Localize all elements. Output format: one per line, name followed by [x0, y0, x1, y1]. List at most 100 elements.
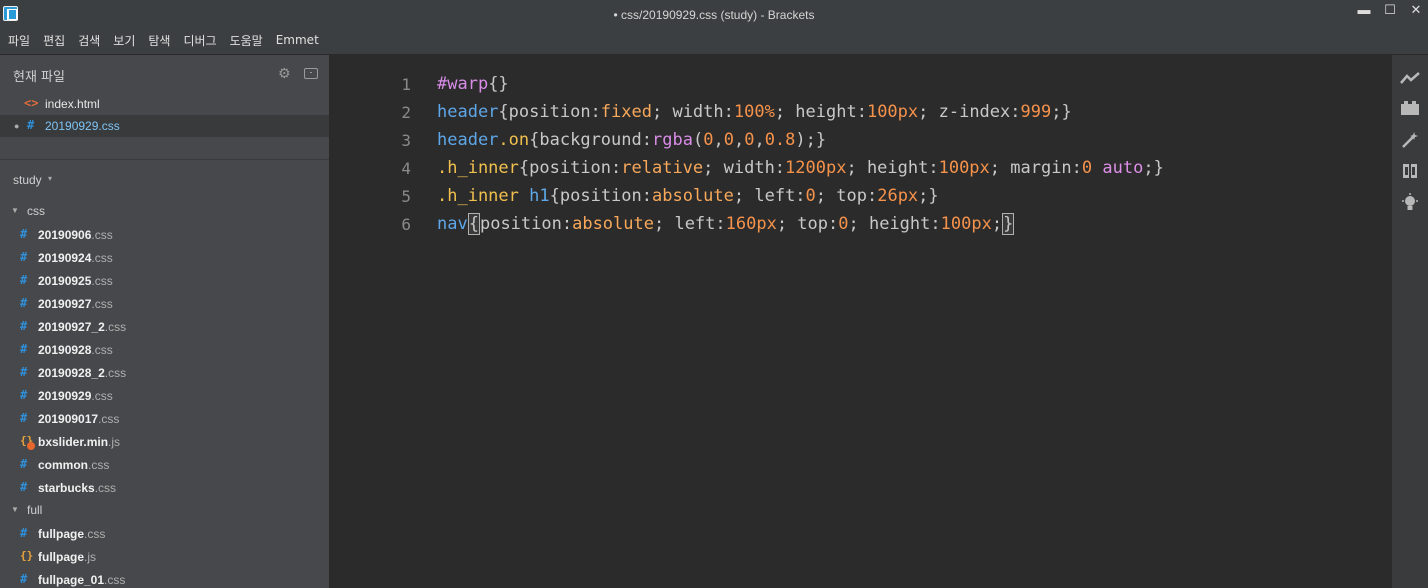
folder-item[interactable]: ▼ css — [0, 200, 329, 223]
code-line[interactable]: 6 nav{position:absolute; left:160px; top:… — [329, 211, 1392, 239]
code-line[interactable]: 1 #warp{} — [329, 71, 1392, 99]
code-token: , — [713, 130, 724, 150]
live-preview-icon[interactable] — [1398, 69, 1422, 93]
line-number: 1 — [401, 75, 411, 94]
code-line[interactable]: 5 .h_inner h1{position:absolute; left:0; … — [329, 183, 1392, 211]
file-item[interactable]: #20190925.css — [0, 269, 329, 292]
code-token: , — [754, 130, 765, 150]
code-text: .h_inner{position:relative; width:1200px… — [437, 158, 1164, 178]
file-item[interactable]: # common.css — [0, 453, 329, 476]
file-name: 20190924.css — [38, 251, 113, 265]
code-token: { — [498, 102, 509, 122]
file-name: 20190927_2.css — [38, 320, 127, 334]
code-token: relative — [621, 158, 704, 178]
menu-emmet[interactable]: Emmet — [276, 33, 319, 47]
code-token: 100px — [938, 158, 990, 178]
minimize-button[interactable]: ▬ — [1353, 2, 1375, 20]
folder-name: full — [27, 503, 43, 517]
file-item[interactable]: {} fullpage.js — [0, 545, 329, 568]
sidebar: 현재 파일 ⚙ <> index.html ● # 20190929.css s… — [0, 55, 329, 588]
file-item[interactable]: {} bxslider.min.js — [0, 430, 329, 453]
file-name: 20190927.css — [38, 297, 113, 311]
code-token: 0 — [1081, 158, 1093, 178]
matched-bracket: { — [467, 213, 480, 235]
code-token: 0 — [723, 130, 734, 150]
menu-debug[interactable]: 디버그 — [183, 32, 216, 49]
css-file-icon: # — [20, 273, 28, 287]
extension-manager-icon[interactable] — [1398, 100, 1422, 124]
file-item[interactable]: # starbucks.css — [0, 476, 329, 499]
menu-file[interactable]: 파일 — [8, 32, 30, 49]
file-extension: .css — [91, 343, 113, 357]
file-item[interactable]: # fullpage_01.css — [0, 568, 329, 588]
code-token: 100px — [866, 102, 919, 122]
code-token: 0 — [703, 130, 714, 150]
css-file-icon: # — [20, 296, 28, 310]
matched-bracket: } — [1002, 213, 1015, 235]
menu-help[interactable]: 도움말 — [230, 32, 263, 49]
file-item[interactable]: #20190927.css — [0, 292, 329, 315]
brackets-icon[interactable] — [1398, 162, 1422, 186]
file-extension: .css — [91, 251, 113, 265]
code-token: ; — [1143, 158, 1154, 178]
menu-view[interactable]: 보기 — [113, 32, 135, 49]
css-file-icon: # — [20, 250, 28, 264]
code-token: ; — [918, 186, 929, 206]
folder-item[interactable]: ▼ full — [0, 499, 329, 522]
file-item[interactable]: #201909017.css — [0, 407, 329, 430]
code-token: ; height: — [774, 102, 867, 122]
file-item[interactable]: #20190929.css — [0, 384, 329, 407]
file-name: 20190906.css — [38, 228, 113, 242]
file-extension: .css — [91, 228, 113, 242]
file-name: fullpage.css — [38, 527, 106, 541]
maximize-button[interactable]: ☐ — [1379, 2, 1401, 20]
file-item[interactable]: #20190924.css — [0, 246, 329, 269]
code-token: ; left: — [653, 214, 726, 234]
file-item[interactable]: # fullpage.css — [0, 522, 329, 545]
working-file-item-active[interactable]: ● # 20190929.css — [0, 115, 329, 137]
file-item[interactable]: #20190928.css — [0, 338, 329, 361]
sidebar-spacer — [0, 137, 329, 159]
file-item[interactable]: #20190906.css — [0, 223, 329, 246]
code-line[interactable]: 3 header.on{background:rgba(0,0,0,0.8);} — [329, 127, 1392, 155]
file-name: fullpage.js — [38, 550, 97, 564]
file-item[interactable]: #20190927_2.css — [0, 315, 329, 338]
project-dropdown[interactable]: study ▾ — [0, 159, 329, 199]
file-tree: ▼ css #20190906.css #20190924.css #20190925.… — [0, 200, 329, 588]
working-file-item[interactable]: <> index.html — [0, 93, 329, 115]
close-button[interactable]: ✕ — [1405, 2, 1427, 20]
css-file-icon: # — [20, 480, 28, 494]
file-extension: .css — [104, 366, 127, 380]
code-token: #warp — [437, 74, 489, 94]
code-editor[interactable]: 1 #warp {} 2 header{position:fixed; width:10… — [329, 55, 1392, 588]
menu-find[interactable]: 검색 — [78, 32, 100, 49]
code-token: position: — [559, 186, 652, 206]
emmet-wand-icon[interactable] — [1398, 131, 1422, 155]
code-token: absolute — [572, 214, 654, 234]
line-number: 3 — [401, 131, 411, 150]
file-extension: .css — [98, 412, 120, 426]
code-line[interactable]: 2 header{position:fixed; width:100%; heig… — [329, 99, 1392, 127]
gear-icon[interactable]: ⚙ — [278, 65, 291, 82]
line-number: 6 — [401, 215, 411, 234]
code-line[interactable]: 4 .h_inner{position:relative; width:1200p… — [329, 155, 1392, 183]
file-name: 20190925.css — [38, 274, 113, 288]
code-token: ; z-index: — [918, 102, 1021, 122]
file-item[interactable]: #20190928_2.css — [0, 361, 329, 384]
line-number: 4 — [401, 159, 411, 178]
project-name: study — [13, 173, 42, 187]
code-token: absolute — [652, 186, 734, 206]
code-token: .on — [498, 130, 530, 150]
code-token: 999 — [1020, 102, 1052, 122]
code-token: fixed — [600, 102, 652, 122]
menu-navigate[interactable]: 탐색 — [148, 32, 170, 49]
lightbulb-icon[interactable] — [1398, 193, 1422, 217]
menu-edit[interactable]: 편집 — [43, 32, 65, 49]
file-extension: .css — [91, 274, 113, 288]
file-name: 20190928_2.css — [38, 366, 127, 380]
code-token: ( — [692, 130, 704, 150]
split-view-icon[interactable] — [304, 68, 318, 79]
file-extension: .css — [104, 573, 126, 587]
code-token: ; — [1051, 102, 1062, 122]
file-name: common.css — [38, 458, 110, 472]
